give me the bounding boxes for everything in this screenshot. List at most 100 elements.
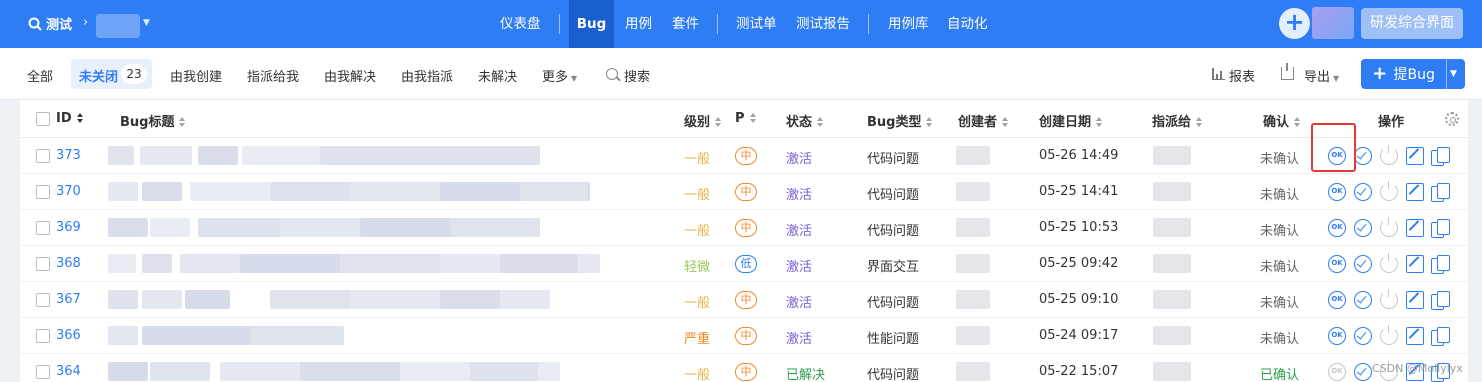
resolve-check-icon[interactable] xyxy=(1354,219,1372,237)
sort-icon xyxy=(179,117,186,127)
col-priority[interactable]: P xyxy=(735,111,757,126)
table-row[interactable]: 364 一般中已解决 代码问题 05-22 15:07 已确认 OK xyxy=(20,354,1468,382)
confirm-ok-icon[interactable]: OK xyxy=(1328,183,1346,201)
table-row[interactable]: 368 轻微低激活 界面交互 05-25 09:42 未确认 OK xyxy=(20,246,1468,282)
bug-title-link[interactable] xyxy=(20,326,600,345)
bug-title-link[interactable] xyxy=(20,362,600,381)
close-power-icon[interactable] xyxy=(1380,217,1398,237)
project-selector[interactable] xyxy=(96,14,140,38)
close-power-icon[interactable] xyxy=(1380,181,1398,201)
edit-icon[interactable] xyxy=(1406,255,1424,273)
nav-testtask[interactable]: 测试单 xyxy=(736,0,777,48)
close-power-icon[interactable] xyxy=(1380,145,1398,165)
table-row[interactable]: 367 一般中激活 代码问题 05-25 09:10 未确认 OK xyxy=(20,282,1468,318)
filter-unclosed[interactable]: 未关闭 23 xyxy=(71,59,152,89)
filter-created-by-me[interactable]: 由我创建 xyxy=(170,66,222,85)
col-type[interactable]: Bug类型 xyxy=(867,111,933,130)
plus-icon[interactable]: + xyxy=(1279,8,1310,39)
col-creator[interactable]: 创建者 xyxy=(958,111,1009,130)
edit-icon[interactable] xyxy=(1406,183,1424,201)
copy-icon[interactable] xyxy=(1431,147,1450,166)
bug-title-link[interactable] xyxy=(20,182,600,201)
bug-title-link[interactable] xyxy=(20,254,600,273)
select-all-checkbox[interactable] xyxy=(36,112,50,126)
confirm-ok-icon[interactable]: OK xyxy=(1328,219,1346,237)
chevron-down-icon[interactable]: ▼ xyxy=(143,18,150,28)
sort-icon xyxy=(76,113,84,123)
resolve-check-icon[interactable] xyxy=(1354,147,1372,165)
assignee-name[interactable] xyxy=(1153,326,1191,345)
confirm-ok-icon[interactable]: OK xyxy=(1328,327,1346,345)
nav-suite[interactable]: 套件 xyxy=(672,0,699,48)
avatar[interactable] xyxy=(1312,7,1354,39)
filter-assigned-to-me[interactable]: 指派给我 xyxy=(247,66,299,85)
col-confirmed[interactable]: 确认 xyxy=(1263,111,1301,130)
confirm-ok-icon[interactable]: OK xyxy=(1328,363,1346,381)
table-row[interactable]: 373 一般中激活 代码问题 05-26 14:49 未确认 OK xyxy=(20,138,1468,174)
create-bug-button[interactable]: + 提Bug ▼ xyxy=(1361,59,1465,89)
report-button[interactable]: 报表 xyxy=(1229,66,1255,85)
confirm-ok-icon[interactable]: OK xyxy=(1328,291,1346,309)
assignee-name[interactable] xyxy=(1153,254,1191,273)
edit-icon[interactable] xyxy=(1406,291,1424,309)
copy-icon[interactable] xyxy=(1431,291,1450,310)
sort-icon xyxy=(817,117,824,127)
filter-unresolved[interactable]: 未解决 xyxy=(478,66,517,85)
col-severity[interactable]: 级别 xyxy=(684,111,722,130)
close-power-icon[interactable] xyxy=(1380,289,1398,309)
resolve-check-icon[interactable] xyxy=(1354,183,1372,201)
copy-icon[interactable] xyxy=(1431,183,1450,202)
table-row[interactable]: 370 一般中激活 代码问题 05-25 14:41 未确认 OK xyxy=(20,174,1468,210)
nav-testcase[interactable]: 用例 xyxy=(625,0,652,48)
chevron-down-icon[interactable]: ▼ xyxy=(1450,59,1457,89)
assignee-name[interactable] xyxy=(1153,146,1191,165)
edit-icon[interactable] xyxy=(1406,219,1424,237)
copy-icon[interactable] xyxy=(1431,327,1450,346)
gear-icon[interactable] xyxy=(1445,112,1459,126)
edit-icon[interactable] xyxy=(1406,327,1424,345)
table-row[interactable]: 369 一般中激活 代码问题 05-25 10:53 未确认 OK xyxy=(20,210,1468,246)
edit-icon[interactable] xyxy=(1406,147,1424,165)
close-power-icon[interactable] xyxy=(1380,253,1398,273)
resolve-check-icon[interactable] xyxy=(1354,327,1372,345)
bug-title-link[interactable] xyxy=(20,218,600,237)
assignee-name[interactable] xyxy=(1153,218,1191,237)
sort-icon xyxy=(1294,117,1301,127)
highlight-box xyxy=(1311,123,1356,172)
resolve-check-icon[interactable] xyxy=(1354,291,1372,309)
copy-icon[interactable] xyxy=(1431,255,1450,274)
assignee-name[interactable] xyxy=(1153,290,1191,309)
search-button[interactable]: 搜索 xyxy=(624,66,650,85)
filter-more[interactable]: 更多 ▼ xyxy=(542,66,577,85)
col-status[interactable]: 状态 xyxy=(786,111,824,130)
nav-bug[interactable]: Bug xyxy=(569,0,614,48)
assignee-name[interactable] xyxy=(1153,362,1191,381)
confirm-ok-icon[interactable]: OK xyxy=(1328,255,1346,273)
nav-dashboard[interactable]: 仪表盘 xyxy=(500,0,541,48)
filter-resolved-by-me[interactable]: 由我解决 xyxy=(324,66,376,85)
filter-all[interactable]: 全部 xyxy=(27,66,53,85)
bug-title-link[interactable] xyxy=(20,146,600,165)
bug-title-link[interactable] xyxy=(20,290,600,309)
col-assignee[interactable]: 指派给 xyxy=(1152,111,1203,130)
filter-assigned-by-me[interactable]: 由我指派 xyxy=(401,66,453,85)
create-bug-main[interactable]: + 提Bug xyxy=(1361,59,1446,89)
nav-testreport[interactable]: 测试报告 xyxy=(796,0,850,48)
assignee-name[interactable] xyxy=(1153,182,1191,201)
col-created-date[interactable]: 创建日期 xyxy=(1039,111,1103,130)
nav-caselib[interactable]: 用例库 xyxy=(888,0,929,48)
bug-type: 代码问题 xyxy=(867,152,920,167)
resolve-check-icon[interactable] xyxy=(1354,255,1372,273)
severity-label: 一般 xyxy=(684,224,711,239)
table-row[interactable]: 366 严重中激活 性能问题 05-24 09:17 未确认 OK xyxy=(20,318,1468,354)
app-switcher[interactable]: 测试 › xyxy=(28,14,88,33)
search-icon[interactable] xyxy=(606,68,618,80)
workspace-button[interactable]: 研发综合界面 xyxy=(1361,8,1463,39)
export-button[interactable]: 导出 ▼ xyxy=(1304,66,1339,85)
nav-automation[interactable]: 自动化 xyxy=(947,0,988,48)
col-title[interactable]: Bug标题 xyxy=(120,111,186,130)
copy-icon[interactable] xyxy=(1431,219,1450,238)
resolve-check-icon[interactable] xyxy=(1354,363,1372,381)
close-power-icon[interactable] xyxy=(1380,325,1398,345)
col-id[interactable]: ID xyxy=(56,111,84,126)
